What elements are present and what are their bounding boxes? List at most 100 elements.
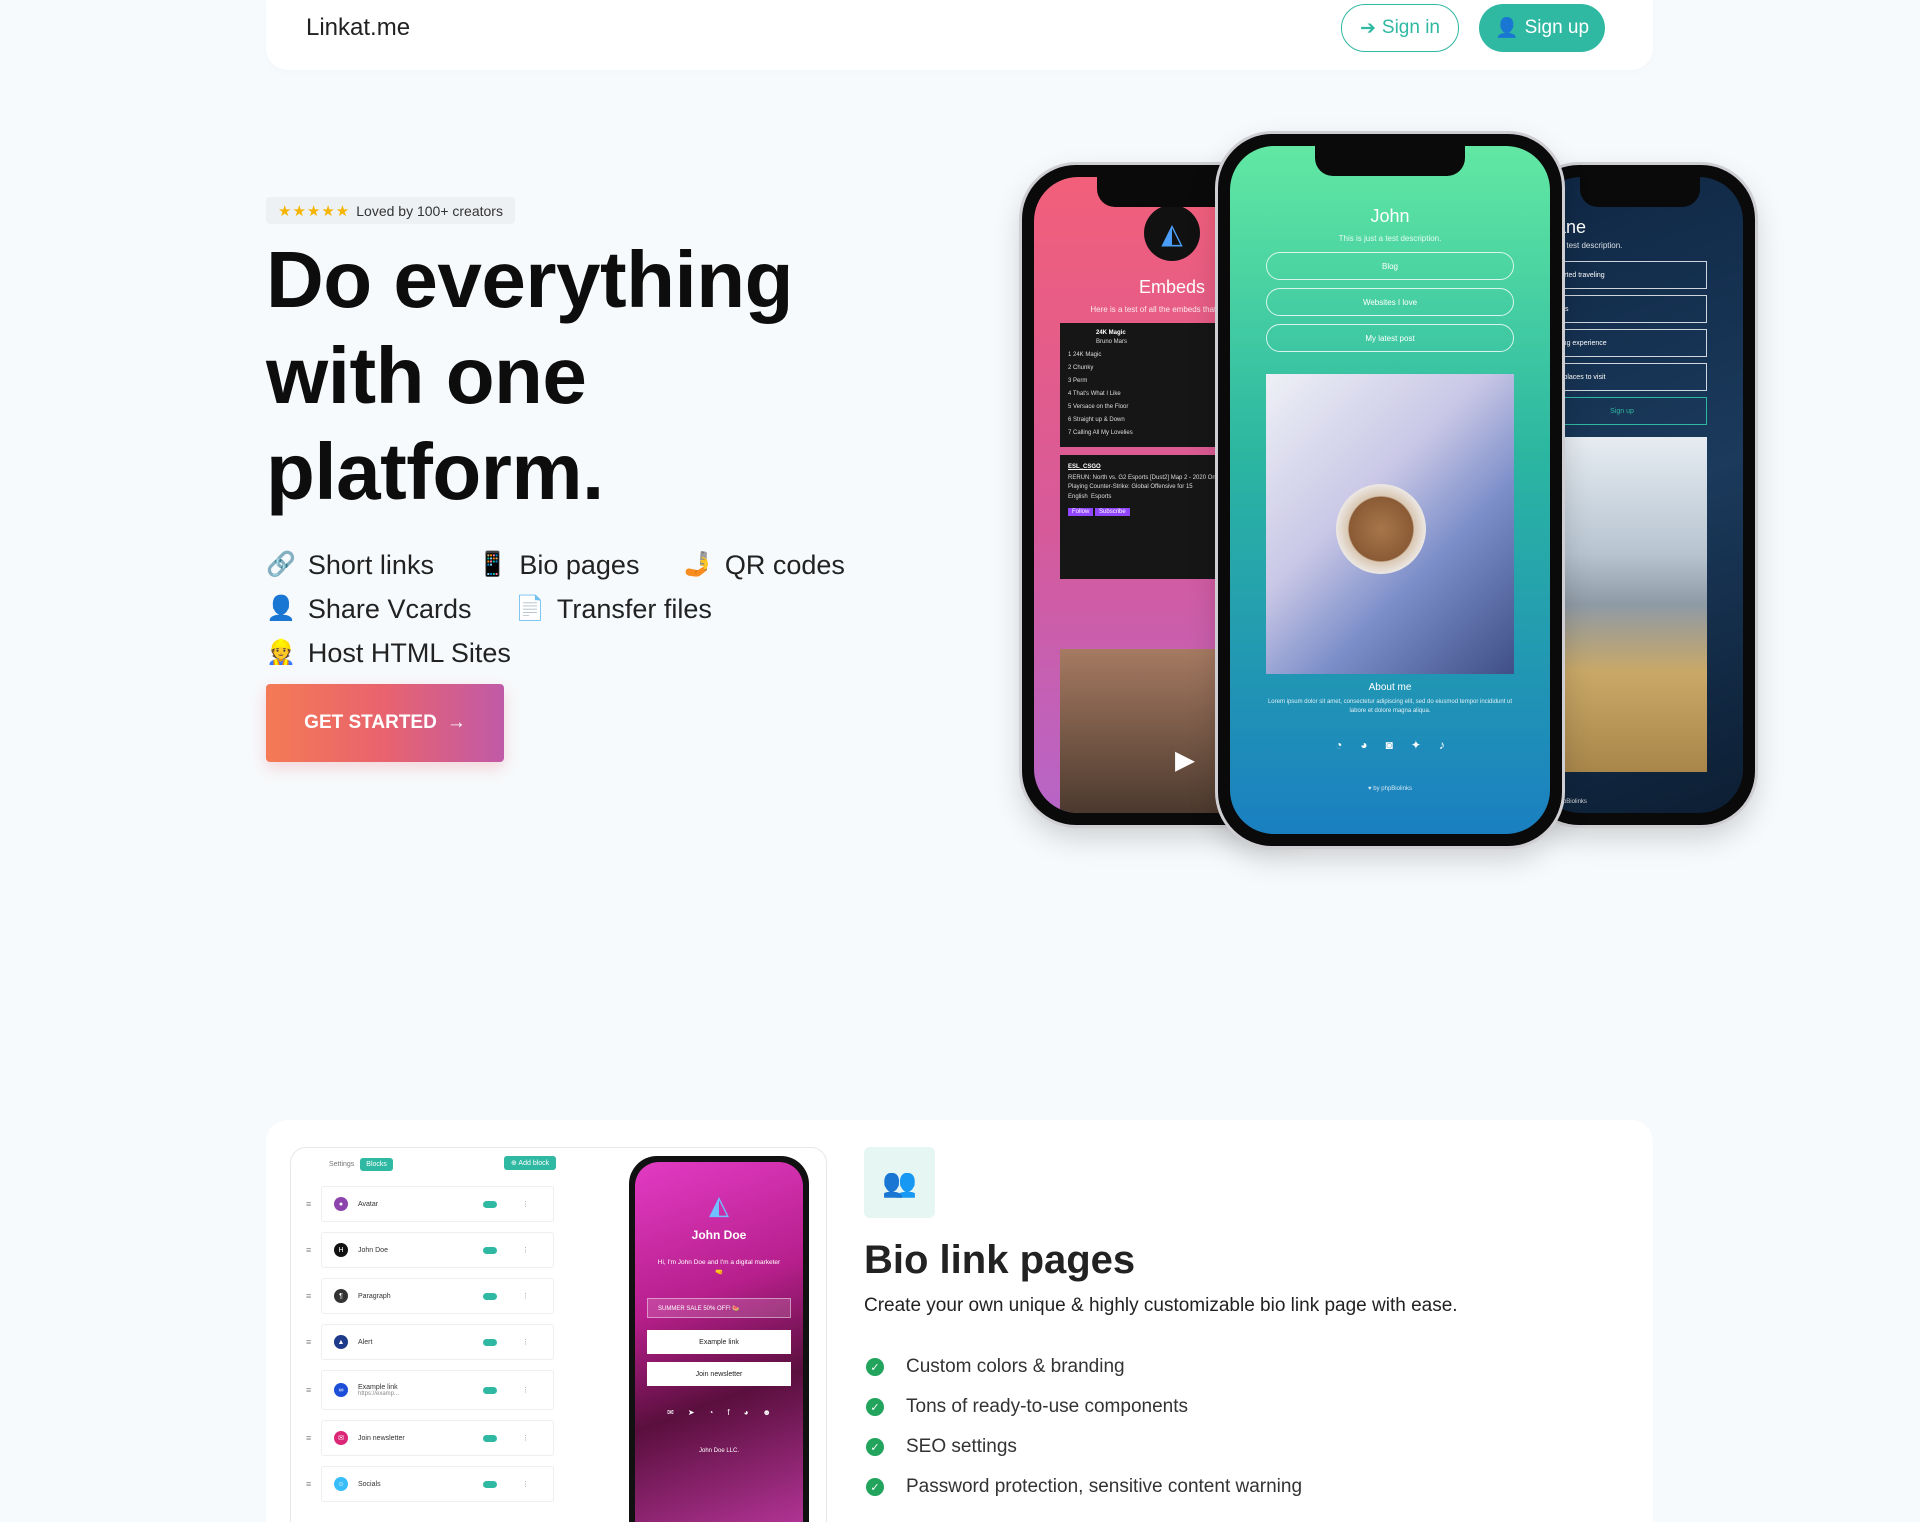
tab-blocks[interactable]: Blocks [360, 1158, 393, 1171]
instagram-icon[interactable]: ◙ [1386, 738, 1393, 752]
get-started-label: GET STARTED [304, 712, 437, 733]
messenger-icon[interactable]: ◕ [744, 1408, 749, 1417]
facebook-icon[interactable]: f [727, 1408, 729, 1417]
more-menu-icon[interactable]: ⋮ [522, 1246, 529, 1254]
preview-bio: Hi, I'm John Doe and I'm a digital marke… [657, 1259, 781, 1276]
toggle-switch[interactable] [483, 1480, 497, 1488]
jane-link-1[interactable]: w I started traveling [1537, 261, 1707, 289]
add-block-button[interactable]: ⊕ Add block [504, 1156, 557, 1170]
feature-vcards: 👤 Share Vcards [266, 588, 471, 630]
block-row-paragraph[interactable]: ≡ ¶ Paragraph ⋮ [306, 1278, 554, 1314]
sign-up-label: Sign up [1524, 17, 1590, 38]
more-menu-icon[interactable]: ⋮ [522, 1292, 529, 1300]
block-label: John Doe [358, 1246, 388, 1254]
block-row-socials[interactable]: ≡ ☺ Socials ⋮ [306, 1466, 554, 1502]
more-menu-icon[interactable]: ⋮ [522, 1338, 529, 1346]
toggle-switch[interactable] [483, 1386, 497, 1394]
drag-handle-icon[interactable]: ≡ [306, 1385, 311, 1395]
telegram-icon[interactable]: ➤ [688, 1408, 695, 1417]
sign-in-label: Sign in [1381, 17, 1441, 38]
twitter-icon[interactable]: ✦ [1411, 738, 1421, 752]
jane-link-3[interactable]: traveling experience [1537, 329, 1707, 357]
checklist-item: ✓ Password protection, sensitive content … [866, 1467, 1302, 1507]
toggle-switch[interactable] [483, 1292, 497, 1300]
tab-settings[interactable]: Settings [329, 1161, 354, 1168]
drag-handle-icon[interactable]: ≡ [306, 1337, 311, 1347]
preview-logo-icon: ◭ [709, 1190, 729, 1220]
toggle-switch[interactable] [483, 1434, 497, 1442]
jane-name: Jane [1547, 217, 1587, 237]
get-started-button[interactable]: GET STARTED → [266, 684, 504, 762]
brand-logo-text[interactable]: Linkat.me [306, 14, 410, 42]
block-row-alert[interactable]: ≡ ▲ Alert ⋮ [306, 1324, 554, 1360]
sign-up-button[interactable]: 👤 Sign up [1479, 4, 1605, 52]
block-icon: ☺ [334, 1477, 348, 1491]
more-menu-icon[interactable]: ⋮ [522, 1200, 529, 1208]
checklist-item: ✓ Custom colors & branding [866, 1347, 1302, 1387]
block-icon: H [334, 1243, 348, 1257]
block-label: Join newsletter [358, 1434, 405, 1442]
follow-button[interactable]: Follow [1068, 508, 1094, 516]
sign-in-button[interactable]: ➔ Sign in [1341, 4, 1459, 52]
jane-link-4[interactable]: op 10 places to visit [1537, 363, 1707, 391]
preview-example-link-button[interactable]: Example link [647, 1330, 791, 1354]
john-desc: This is just a test description. [1338, 234, 1442, 243]
block-row-example-link[interactable]: ≡ ∞ Example link https://examp... ⋮ [306, 1370, 554, 1410]
block-label: Example link [358, 1383, 398, 1391]
block-row-heading[interactable]: ≡ H John Doe ⋮ [306, 1232, 554, 1268]
checklist-label: SEO settings [906, 1436, 1017, 1457]
block-label-group: Example link https://examp... [358, 1384, 399, 1397]
check-circle-icon: ✓ [866, 1358, 884, 1376]
drag-handle-icon[interactable]: ≡ [306, 1433, 311, 1443]
block-label: Paragraph [358, 1292, 391, 1300]
checklist-label: Custom colors & branding [906, 1356, 1125, 1377]
block-icon: ● [334, 1197, 348, 1211]
feature-host-html: 👷 Host HTML Sites [266, 632, 511, 674]
john-link-latest-post[interactable]: My latest post [1266, 324, 1514, 352]
block-icon: ✉ [334, 1431, 348, 1445]
more-menu-icon[interactable]: ⋮ [522, 1480, 529, 1488]
tiktok-icon[interactable]: ♪ [1439, 738, 1445, 752]
preview-newsletter-button[interactable]: Join newsletter [647, 1362, 791, 1386]
toggle-switch[interactable] [483, 1200, 497, 1208]
coffee-mug-image [1336, 484, 1426, 574]
feature-label: Short links [307, 550, 434, 580]
discord-icon[interactable]: ☻ [762, 1408, 770, 1417]
feature-list: 🔗 Short links 📱 Bio pages 🤳 QR codes 👤 Share… [266, 542, 966, 674]
whatsapp-icon[interactable]: ◔ [1335, 738, 1342, 752]
drag-handle-icon[interactable]: ≡ [306, 1291, 311, 1301]
checklist-label: Password protection, sensitive content w… [906, 1476, 1303, 1497]
block-url: https://examp... [358, 1390, 400, 1397]
drag-handle-icon[interactable]: ≡ [306, 1199, 311, 1209]
more-menu-icon[interactable]: ⋮ [522, 1386, 529, 1394]
more-menu-icon[interactable]: ⋮ [522, 1434, 529, 1442]
rating-badge: ★★★★★ Loved by 100+ creators [266, 197, 515, 224]
messenger-icon[interactable]: ◕ [1360, 738, 1367, 752]
feature-label: Bio pages [519, 550, 640, 580]
section-title: Bio link pages [864, 1238, 1136, 1282]
stream-tag: Esports [1091, 494, 1112, 500]
feature-short-links: 🔗 Short links [266, 544, 434, 586]
jane-link-2[interactable]: My trips [1537, 295, 1707, 323]
subscribe-button[interactable]: Subscribe [1095, 508, 1130, 516]
phone-screen: John This is just a test description. Bl… [1230, 146, 1550, 834]
file-icon: 📄 [515, 595, 545, 622]
sign-in-icon: ➔ [1359, 17, 1376, 39]
toggle-switch[interactable] [483, 1246, 497, 1254]
drag-handle-icon[interactable]: ≡ [306, 1479, 311, 1489]
john-link-blog[interactable]: Blog [1266, 252, 1514, 280]
play-icon[interactable]: ▶ [1175, 745, 1195, 776]
drag-handle-icon[interactable]: ≡ [306, 1245, 311, 1255]
jane-signup-button[interactable]: Sign up [1537, 397, 1707, 425]
block-row-avatar[interactable]: ≡ ● Avatar ⋮ [306, 1186, 554, 1222]
phone-mockup-john: John This is just a test description. Bl… [1218, 134, 1562, 846]
toggle-switch[interactable] [483, 1338, 497, 1346]
email-icon[interactable]: ✉ [667, 1408, 674, 1417]
jane-desc: another test description. [1537, 241, 1623, 250]
whatsapp-icon[interactable]: ◔ [709, 1408, 714, 1417]
feature-qr-codes: 🤳 QR codes [683, 544, 845, 586]
feature-bio-pages: 📱 Bio pages [477, 544, 639, 586]
block-row-newsletter[interactable]: ≡ ✉ Join newsletter ⋮ [306, 1420, 554, 1456]
john-link-websites[interactable]: Websites I love [1266, 288, 1514, 316]
social-icons: ◔ ◕ ◙ ✦ ♪ [1230, 738, 1550, 752]
